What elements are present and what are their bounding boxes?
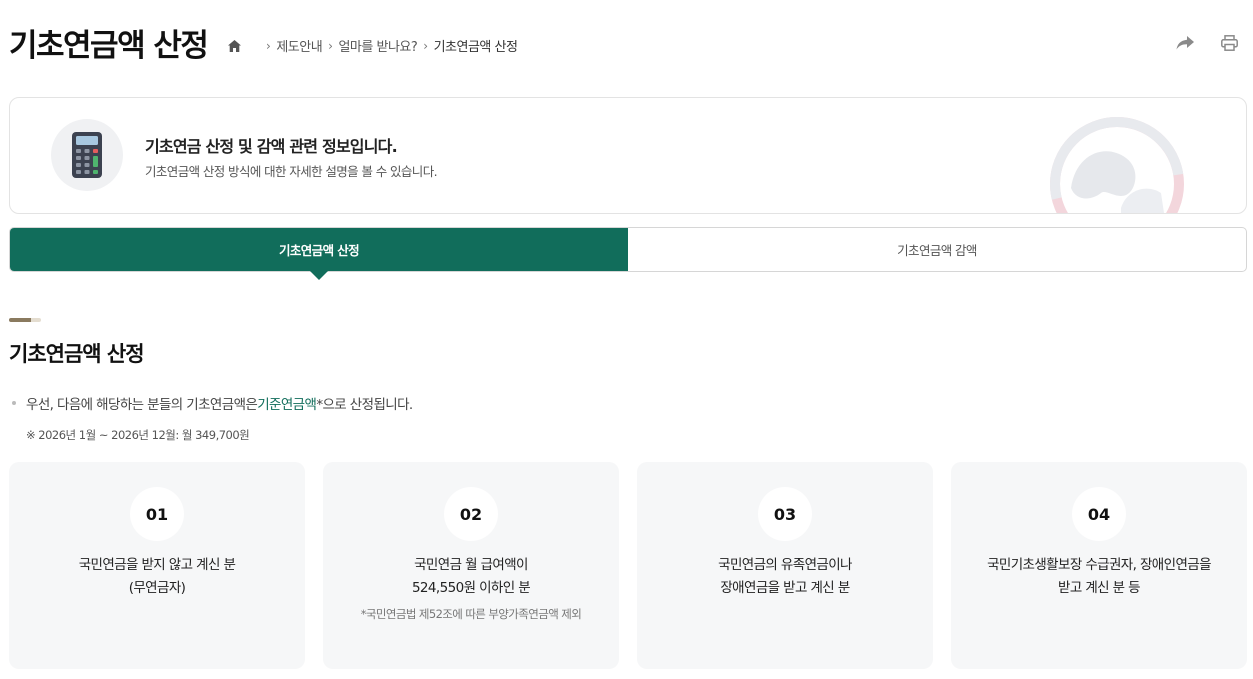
breadcrumb: › 제도안내 › 얼마를 받나요? › 기초연금액 산정: [226, 36, 518, 55]
card-line: 국민기초생활보장 수급권자, 장애인연금을: [987, 557, 1211, 573]
card-number: 01: [130, 487, 184, 541]
breadcrumb-item[interactable]: 얼마를 받나요?: [338, 36, 417, 55]
card-line: (무연금자): [128, 580, 186, 596]
card-line: 국민연금 월 급여액이: [414, 557, 528, 573]
card-line: 국민연금의 유족연금이나: [718, 557, 852, 573]
page-tools: [1175, 33, 1239, 53]
bullet-text: 우선, 다음에 해당하는 분들의 기초연금액은 기준연금액 *으로 산정됩니다.: [12, 393, 413, 413]
intro-title: 기초연금 산정 및 감액 관련 정보입니다.: [145, 137, 398, 156]
card-line: 받고 계신 분 등: [1058, 580, 1141, 596]
card-text: 국민연금을 받지 않고 계신 분 (무연금자): [9, 554, 305, 600]
card-text: 국민연금 월 급여액이 524,550원 이하인 분: [323, 554, 619, 600]
section-accent-bar: [9, 318, 41, 322]
card-number: 04: [1072, 487, 1126, 541]
card: 04 국민기초생활보장 수급권자, 장애인연금을 받고 계신 분 등: [951, 462, 1247, 669]
card-number: 03: [758, 487, 812, 541]
section-title: 기초연금액 산정: [9, 342, 145, 366]
page-title: 기초연금액 산정: [9, 28, 209, 64]
breadcrumb-current: 기초연금액 산정: [433, 40, 518, 55]
card-number: 02: [444, 487, 498, 541]
card-line: 장애연금을 받고 계신 분: [720, 580, 850, 596]
card-list: 01 국민연금을 받지 않고 계신 분 (무연금자) 02 국민연금 월 급여액…: [9, 462, 1247, 669]
breadcrumb-item[interactable]: 제도안내: [276, 36, 322, 55]
card: 02 국민연금 월 급여액이 524,550원 이하인 분 *국민연금법 제52…: [323, 462, 619, 669]
bullet-suffix: *으로 산정됩니다.: [316, 397, 413, 413]
share-icon[interactable]: [1175, 33, 1195, 53]
amount-note: ※ 2026년 1월 ~ 2026년 12월: 월 349,700원: [26, 428, 250, 442]
intro-subtitle: 기초연금액 산정 방식에 대한 자세한 설명을 볼 수 있습니다.: [145, 164, 438, 179]
print-icon[interactable]: [1219, 33, 1239, 53]
card-line: 524,550원 이하인 분: [411, 580, 531, 596]
card: 03 국민연금의 유족연금이나 장애연금을 받고 계신 분: [637, 462, 933, 669]
card-text: 국민연금의 유족연금이나 장애연금을 받고 계신 분: [637, 554, 933, 600]
chevron-right-icon: ›: [328, 38, 333, 53]
tab-list: 기초연금액 산정 기초연금액 감액: [9, 227, 1247, 280]
intro-box: 기초연금 산정 및 감액 관련 정보입니다. 기초연금액 산정 방식에 대한 자…: [9, 97, 1247, 214]
tab-calculation[interactable]: 기초연금액 산정: [10, 228, 628, 280]
card-line: 국민연금을 받지 않고 계신 분: [78, 557, 236, 573]
card: 01 국민연금을 받지 않고 계신 분 (무연금자): [9, 462, 305, 669]
chevron-right-icon: ›: [266, 38, 271, 53]
bullet-highlight: 기준연금액: [257, 397, 317, 413]
emblem-icon: [1046, 113, 1188, 213]
bullet-dot-icon: [12, 401, 16, 405]
chevron-right-icon: ›: [423, 38, 428, 53]
card-text: 국민기초생활보장 수급권자, 장애인연금을 받고 계신 분 등: [951, 554, 1247, 600]
home-icon[interactable]: [226, 38, 242, 54]
tab-reduction[interactable]: 기초연금액 감액: [628, 228, 1246, 271]
calculator-icon: [51, 119, 123, 191]
bullet-prefix: 우선, 다음에 해당하는 분들의 기초연금액은: [26, 397, 258, 413]
card-footnote: *국민연금법 제52조에 따른 부양가족연금액 제외: [360, 607, 582, 621]
